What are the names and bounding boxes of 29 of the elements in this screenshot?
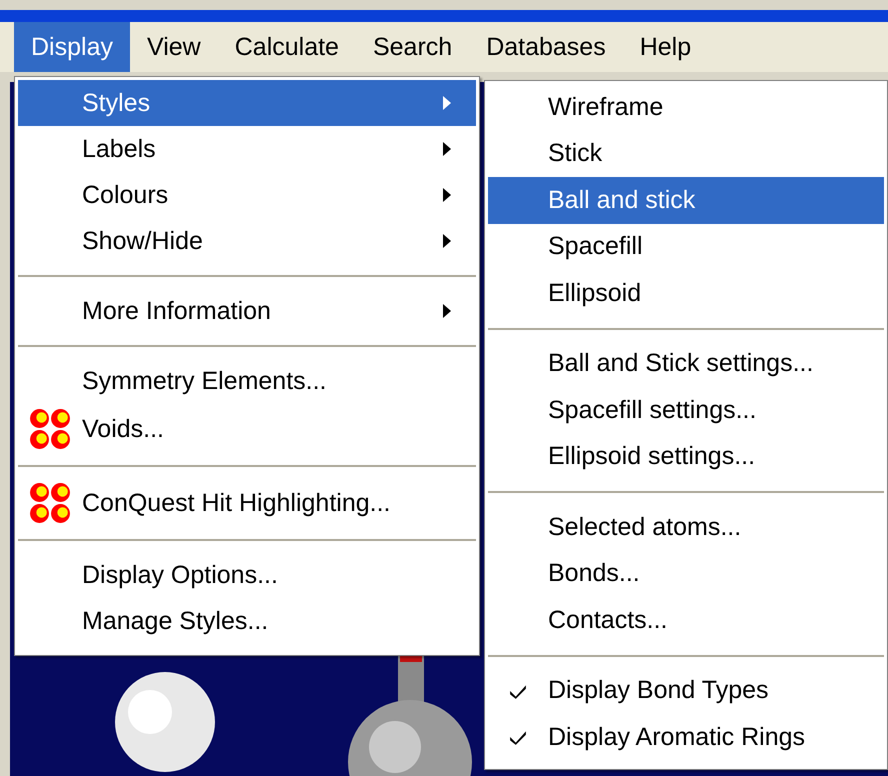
menu-title[interactable]: Display xyxy=(14,22,130,72)
menu-title[interactable]: Calculate xyxy=(218,22,356,72)
menu-title[interactable]: View xyxy=(130,22,218,72)
menu-item[interactable]: Voids... xyxy=(18,404,476,454)
menu-item[interactable]: Stick xyxy=(488,130,884,177)
menu-item[interactable]: Show/Hide xyxy=(18,218,476,264)
menu-item[interactable]: More Information xyxy=(18,288,476,334)
menu-item[interactable]: Labels xyxy=(18,126,476,172)
menu-item[interactable]: Bonds... xyxy=(488,550,884,597)
menu-item[interactable]: Spacefill settings... xyxy=(488,387,884,434)
menu-item[interactable]: Manage Styles... xyxy=(18,598,476,644)
menu-title[interactable]: Help xyxy=(622,22,708,72)
menu-item[interactable]: Ball and Stick settings... xyxy=(488,340,884,387)
menu-item[interactable]: Ball and stick xyxy=(488,177,884,224)
menu-item[interactable]: Ellipsoid xyxy=(488,270,884,316)
menu-item[interactable]: Display Options... xyxy=(18,552,476,598)
menu-item[interactable]: Colours xyxy=(18,172,476,218)
menu-item[interactable]: Display Aromatic Rings xyxy=(488,714,884,760)
menu-item[interactable]: Contacts... xyxy=(488,597,884,644)
menu-item[interactable]: ConQuest Hit Highlighting... xyxy=(18,478,476,528)
menu-item[interactable]: Wireframe xyxy=(488,84,884,130)
menu-item[interactable]: Symmetry Elements... xyxy=(18,358,476,404)
menu-title[interactable]: Search xyxy=(356,22,470,72)
menu-item[interactable]: Display Bond Types xyxy=(488,668,884,714)
menu-item[interactable]: Styles xyxy=(18,80,476,126)
menu-item[interactable]: Selected atoms... xyxy=(488,504,884,550)
menu-item[interactable]: Spacefill xyxy=(488,224,884,270)
menu-title[interactable]: Databases xyxy=(469,22,623,72)
menu-item[interactable]: Ellipsoid settings... xyxy=(488,434,884,480)
